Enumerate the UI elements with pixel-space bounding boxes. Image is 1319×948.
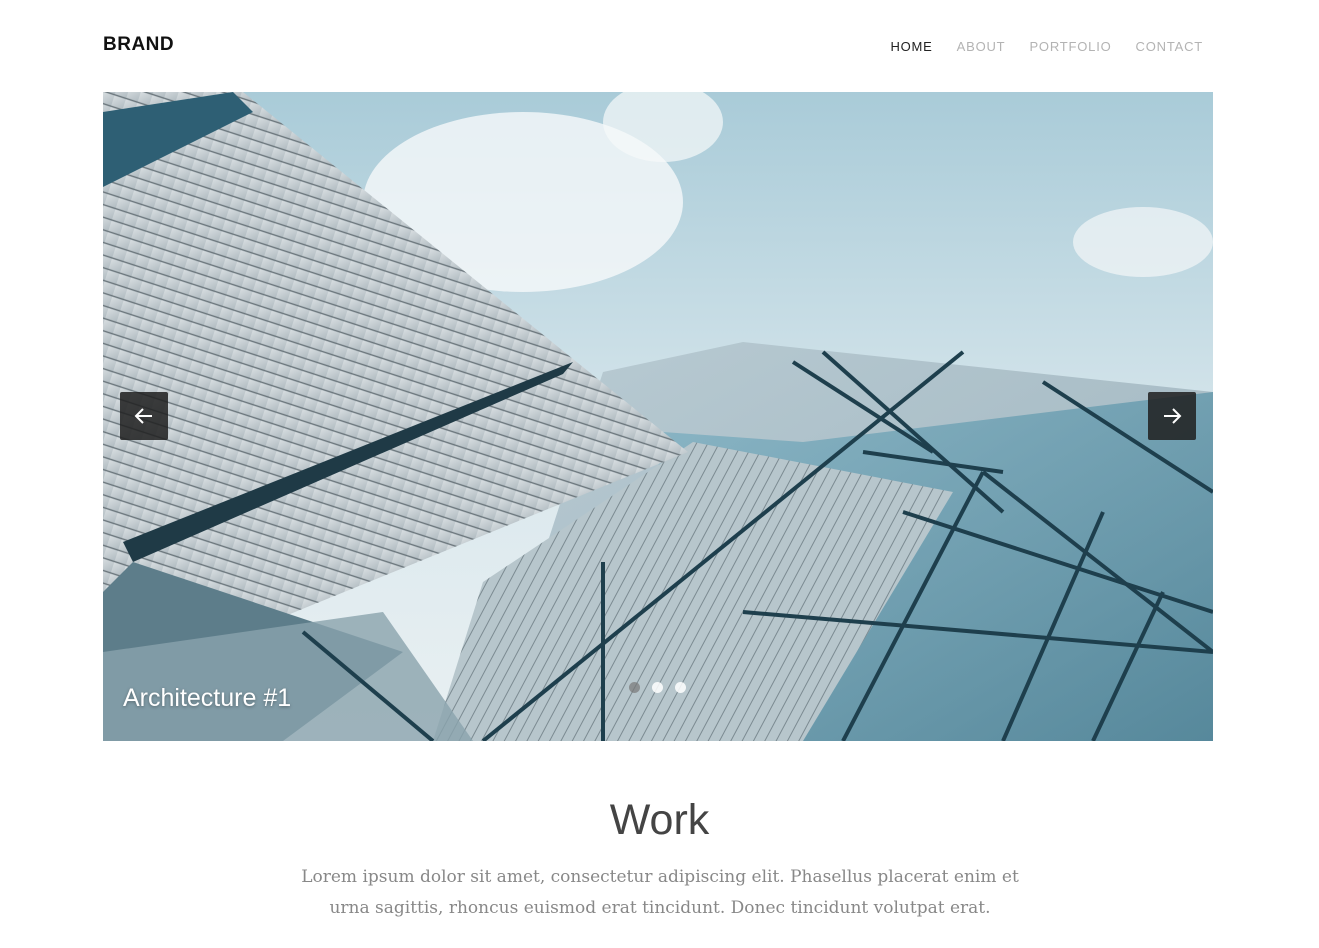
nav-portfolio[interactable]: PORTFOLIO <box>1029 39 1111 54</box>
brand-logo[interactable]: BRAND <box>103 34 174 56</box>
arrow-left-icon <box>134 408 152 424</box>
nav-home[interactable]: HOME <box>890 39 932 54</box>
carousel-next-button[interactable] <box>1148 392 1196 440</box>
nav-about[interactable]: ABOUT <box>957 39 1006 54</box>
carousel-dot-2[interactable] <box>652 682 663 693</box>
main-nav: HOME ABOUT PORTFOLIO CONTACT <box>866 39 1203 54</box>
carousel-dot-3[interactable] <box>675 682 686 693</box>
carousel-dot-1[interactable] <box>629 682 640 693</box>
architecture-slide-image <box>103 92 1213 741</box>
image-carousel[interactable]: Architecture #1 <box>103 92 1213 741</box>
arrow-right-icon <box>1164 408 1182 424</box>
nav-contact[interactable]: CONTACT <box>1136 39 1203 54</box>
section-title: Work <box>609 796 710 844</box>
carousel-indicators <box>629 682 686 693</box>
site-header: BRAND HOME ABOUT PORTFOLIO CONTACT <box>103 26 1213 66</box>
slide-caption: Architecture #1 <box>123 684 292 712</box>
carousel-prev-button[interactable] <box>120 392 168 440</box>
section-description: Lorem ipsum dolor sit amet, consectetur … <box>301 867 1019 918</box>
